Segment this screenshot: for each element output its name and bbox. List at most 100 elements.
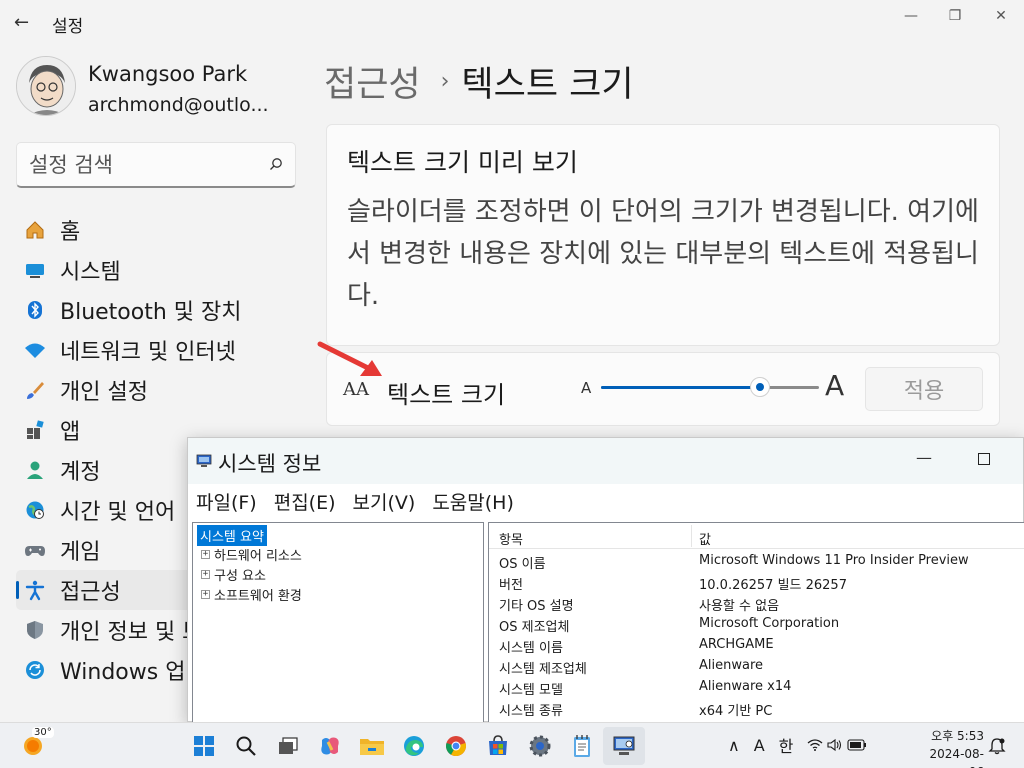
row-key: 시스템 제조업체 <box>499 662 587 677</box>
sidebar-item-bluetooth[interactable]: Bluetooth 및 장치 <box>16 290 306 330</box>
row-value: 사용할 수 없음 <box>699 599 780 614</box>
slider-max-label: A <box>825 369 845 402</box>
minimize-button[interactable]: — <box>896 8 926 24</box>
table-row[interactable]: 시스템 제조업체 Alienware <box>489 655 1024 677</box>
copilot-button[interactable] <box>309 727 351 765</box>
table-row[interactable]: 버전 10.0.26257 빌드 26257 <box>489 571 1024 593</box>
clock-date: 2024-08-06 <box>929 747 984 768</box>
table-row[interactable]: 시스템 모델 Alienware x14 <box>489 676 1024 698</box>
row-key: 시스템 이름 <box>499 641 563 656</box>
volume-icon[interactable] <box>827 738 843 752</box>
menu-file[interactable]: 파일(F) <box>196 488 257 515</box>
tree-item-label: 소프트웨어 환경 <box>214 589 302 604</box>
task-view-button[interactable] <box>267 727 309 765</box>
battery-icon[interactable] <box>847 739 867 751</box>
tree-item-label: 구성 요소 <box>214 569 266 584</box>
start-icon <box>194 736 214 756</box>
row-key: 시스템 모델 <box>499 683 563 698</box>
font-indicator[interactable]: A <box>754 736 765 755</box>
text-size-slider[interactable] <box>601 377 819 397</box>
table-row[interactable]: 시스템 종류 x64 기반 PC <box>489 697 1024 719</box>
slider-min-label: A <box>581 379 592 397</box>
row-value: 10.0.26257 빌드 26257 <box>699 578 847 593</box>
settings-button[interactable] <box>519 727 561 765</box>
wifi-icon[interactable] <box>807 738 823 752</box>
sidebar-item-system[interactable]: 시스템 <box>16 250 306 290</box>
tree-item-components[interactable]: + 구성 요소 <box>201 565 266 584</box>
red-arrow-annotation <box>317 341 382 376</box>
system-info-taskbar-button[interactable] <box>603 727 645 765</box>
menu-edit[interactable]: 편집(E) <box>274 488 336 515</box>
apply-button[interactable]: 적용 <box>865 367 983 411</box>
start-button[interactable] <box>183 727 225 765</box>
menu-view[interactable]: 보기(V) <box>353 488 416 515</box>
chrome-button[interactable] <box>435 727 477 765</box>
search-icon[interactable] <box>269 157 283 171</box>
brush-icon <box>24 379 46 401</box>
sidebar-item-personalization[interactable]: 개인 설정 <box>16 370 306 410</box>
category-tree: 시스템 요약 + 하드웨어 리소스 + 구성 요소 + 소프트웨어 환경 <box>192 522 484 723</box>
account-icon <box>24 459 46 481</box>
table-row[interactable]: OS 이름 Microsoft Windows 11 Pro Insider P… <box>489 550 1024 572</box>
gamepad-icon <box>24 539 46 561</box>
row-value: Alienware x14 <box>699 679 792 694</box>
breadcrumb-parent[interactable]: 접근성 <box>324 56 421 107</box>
row-value: Alienware <box>699 658 764 673</box>
preview-title: 텍스트 크기 미리 보기 <box>347 148 578 177</box>
taskbar-search-button[interactable] <box>225 727 267 765</box>
table-row[interactable]: 기타 OS 설명 사용할 수 없음 <box>489 592 1024 614</box>
menu-help[interactable]: 도움말(H) <box>432 488 514 515</box>
tree-item-software-environment[interactable]: + 소프트웨어 환경 <box>201 585 302 604</box>
sidebar-item-label: 계정 <box>60 460 101 485</box>
slider-thumb[interactable] <box>750 377 771 397</box>
row-key: 버전 <box>499 578 523 593</box>
expand-icon[interactable]: + <box>201 550 210 559</box>
column-header-item[interactable]: 항목 <box>499 529 523 548</box>
store-button[interactable] <box>477 727 519 765</box>
expand-icon[interactable]: + <box>201 590 210 599</box>
file-explorer-button[interactable] <box>351 727 393 765</box>
tree-item-system-summary[interactable]: 시스템 요약 <box>197 525 267 546</box>
sidebar-item-network[interactable]: 네트워크 및 인터넷 <box>16 330 306 370</box>
maximize-button[interactable]: ❐ <box>940 8 970 24</box>
minimize-button[interactable]: — <box>904 448 944 467</box>
shield-icon <box>24 619 46 641</box>
file-explorer-icon <box>360 739 384 755</box>
chevron-up-icon[interactable]: ∧ <box>728 736 740 755</box>
text-size-label: 텍스트 크기 <box>387 381 506 409</box>
table-header: 항목 값 <box>489 523 1024 549</box>
preview-text: 슬라이더를 조정하면 이 단어의 크기가 변경됩니다. 여기에서 변경한 내용은… <box>347 197 979 311</box>
taskbar: 30° ∧ A 한 오후 5:53 2024-08- <box>0 722 1024 768</box>
clock[interactable]: 오후 5:53 2024-08-06 <box>918 727 984 768</box>
profile-email: archmond@outlo... <box>88 94 269 116</box>
notepad-button[interactable] <box>561 727 603 765</box>
table-row[interactable]: 시스템 이름 ARCHGAME <box>489 634 1024 656</box>
settings-icon <box>529 735 551 757</box>
avatar[interactable] <box>16 56 76 116</box>
search-box[interactable] <box>16 142 296 188</box>
expand-icon[interactable]: + <box>201 570 210 579</box>
edge-button[interactable] <box>393 727 435 765</box>
profile-name: Kwangsoo Park <box>88 62 248 86</box>
system-info-title: 시스템 정보 <box>218 452 322 476</box>
update-icon <box>24 659 46 681</box>
sidebar-item-home[interactable]: 홈 <box>16 210 306 250</box>
ime-indicator[interactable]: 한 <box>779 733 794 757</box>
column-header-value[interactable]: 값 <box>699 529 711 548</box>
clock-time: 오후 5:53 <box>931 729 984 743</box>
title-bar: ← 설정 — ❐ ✕ <box>0 0 1024 48</box>
tree-item-hardware-resources[interactable]: + 하드웨어 리소스 <box>201 545 302 564</box>
row-value: x64 기반 PC <box>699 704 773 719</box>
table-row[interactable]: OS 제조업체 Microsoft Corporation <box>489 613 1024 635</box>
wifi-icon <box>24 339 46 361</box>
column-divider[interactable] <box>691 525 692 547</box>
close-button[interactable]: ✕ <box>986 8 1016 24</box>
search-input[interactable] <box>29 151 259 179</box>
accessibility-icon <box>24 579 46 601</box>
home-icon <box>24 219 46 241</box>
sidebar-item-label: 접근성 <box>60 580 121 605</box>
apps-icon <box>24 419 46 441</box>
back-button[interactable]: ← <box>14 12 29 33</box>
notification-bell-icon[interactable] <box>988 737 1006 755</box>
maximize-button[interactable] <box>978 453 990 465</box>
